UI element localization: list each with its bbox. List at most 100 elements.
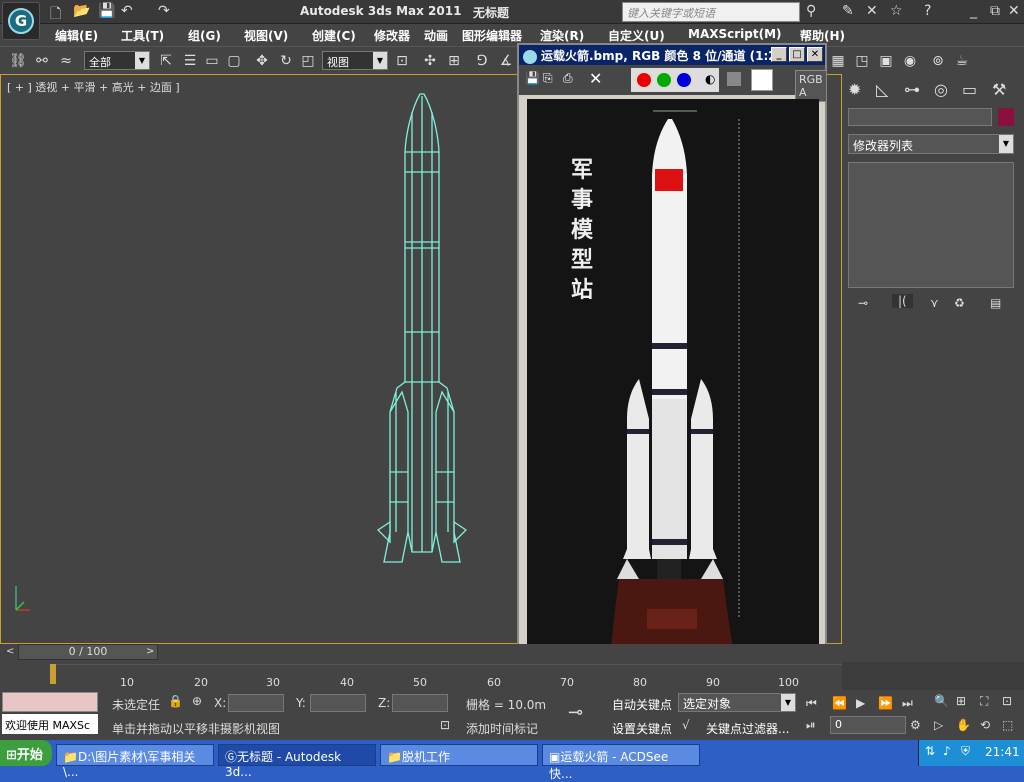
print-icon[interactable]: ⎙ [563, 71, 573, 86]
display-tab-icon[interactable]: ▭ [962, 80, 977, 99]
taskbar-item-3dsmax[interactable]: Ⓖ无标题 - Autodesk 3d... [218, 744, 376, 779]
add-time-tag[interactable]: 添加时间标记 [466, 720, 538, 737]
create-tab-icon[interactable]: ✹ [848, 80, 861, 99]
key-mode-icon[interactable]: ⏯ [806, 718, 816, 733]
unlink-icon[interactable]: ⚯ [32, 51, 52, 71]
hierarchy-tab-icon[interactable]: ⊶ [904, 80, 920, 99]
keyboard-shortcut-icon[interactable]: ⊞ [444, 51, 464, 71]
menu-tools[interactable]: 工具(T) [121, 27, 164, 44]
star-icon[interactable]: ☆ [890, 3, 903, 19]
link-icon[interactable]: ⛓ [8, 51, 28, 71]
next-frame-icon[interactable]: > [146, 646, 154, 657]
modifier-list-dropdown[interactable]: 修改器列表 ▼ [848, 134, 1014, 154]
remove-modifier-icon[interactable]: ♻ [954, 296, 965, 310]
close-icon[interactable]: ✕ [1008, 3, 1020, 19]
pan-icon[interactable]: ✋ [956, 718, 971, 732]
menu-edit[interactable]: 编辑(E) [55, 27, 98, 44]
move-icon[interactable]: ✥ [252, 51, 272, 71]
motion-tab-icon[interactable]: ◎ [934, 80, 948, 99]
render-setup-icon[interactable]: ◳ [852, 51, 872, 71]
volume-icon[interactable]: ♪ [943, 744, 951, 758]
help-icon[interactable]: ? [924, 3, 931, 19]
channel-dropdown[interactable]: RGB A [795, 70, 827, 102]
z-coordinate-field[interactable] [392, 694, 448, 712]
maximize-viewport-icon[interactable]: ⬚ [1002, 718, 1013, 732]
auto-key-button[interactable]: 自动关键点 [612, 696, 672, 713]
redo-icon[interactable]: ↷ [158, 3, 170, 19]
rocket-wireframe-model[interactable] [372, 92, 472, 582]
zoom-all-icon[interactable]: ⊞ [956, 694, 966, 708]
x-coordinate-field[interactable] [228, 694, 284, 712]
tools-icon[interactable]: ✎ [842, 3, 854, 19]
menu-create[interactable]: 创建(C) [312, 27, 356, 44]
taskbar-item-explorer[interactable]: 📁D:\图片素材\军事相关\... [56, 744, 214, 779]
undo-icon[interactable]: ↶ [121, 3, 133, 19]
utilities-tab-icon[interactable]: ⚒ [992, 80, 1006, 99]
start-button[interactable]: ⊞开始 [0, 740, 52, 766]
mono-icon[interactable]: ◐ [705, 72, 715, 86]
minimize-icon[interactable]: _ [970, 3, 977, 19]
menu-customize[interactable]: 自定义(U) [608, 27, 665, 44]
teapot-icon[interactable]: ☕ [952, 51, 972, 71]
image-viewer-window[interactable]: 运载火箭.bmp, RGB 颜色 8 位/通道 (1:2) _ □ ✕ 💾 ⎘ … [517, 43, 827, 673]
pivot-icon[interactable]: ⊡ [392, 51, 412, 71]
bind-space-warp-icon[interactable]: ≈ [56, 51, 76, 71]
rect-selection-icon[interactable]: ▭ [202, 51, 222, 71]
make-unique-icon[interactable]: ⋎ [930, 296, 939, 310]
communication-icon[interactable]: ✕ [866, 3, 878, 19]
image-window-titlebar[interactable]: 运载火箭.bmp, RGB 颜色 8 位/通道 (1:2) _ □ ✕ [519, 45, 825, 65]
menu-group[interactable]: 组(G) [188, 27, 221, 44]
help-search-input[interactable]: 键入关键字或短语 [622, 2, 800, 22]
zoom-extents-icon[interactable]: ⛶ [980, 694, 988, 709]
snap-icon[interactable]: ⅁ [472, 51, 492, 71]
key-filters-button[interactable]: 关键点过滤器... [706, 720, 789, 737]
selection-filter-dropdown[interactable]: 全部 ▼ [84, 51, 150, 70]
green-channel-toggle[interactable] [657, 73, 671, 87]
field-of-view-icon[interactable]: ▷ [934, 718, 943, 732]
zoom-extents-all-icon[interactable]: ⊡ [1002, 694, 1012, 708]
menu-animation[interactable]: 动画 [424, 27, 448, 44]
open-file-icon[interactable]: 📂 [73, 3, 90, 19]
modifier-stack[interactable] [848, 162, 1014, 288]
show-end-result-icon[interactable]: |( [892, 294, 913, 308]
restore-icon[interactable]: ⧉ [990, 3, 1000, 19]
red-channel-toggle[interactable] [637, 73, 651, 87]
prev-frame-icon[interactable]: < [6, 646, 14, 657]
lock-selection-icon[interactable]: 🔒 [168, 694, 183, 708]
play-icon[interactable]: ▶ [856, 696, 865, 710]
next-key-icon[interactable]: ⏩ [878, 696, 893, 710]
configure-sets-icon[interactable]: ▤ [990, 296, 1001, 310]
network-icon[interactable]: ⇅ [925, 744, 935, 758]
track-bar[interactable] [52, 664, 842, 690]
absolute-mode-icon[interactable]: ⊕ [192, 694, 202, 708]
select-by-name-icon[interactable]: ☰ [180, 51, 200, 71]
window-crossing-icon[interactable]: ▢ [224, 51, 244, 71]
viewport-label[interactable]: [ + ] 透视 + 平滑 + 高光 + 边面 ] [7, 79, 180, 95]
time-marker[interactable] [50, 664, 56, 684]
save-icon[interactable]: 💾 [98, 3, 115, 19]
menu-view[interactable]: 视图(V) [244, 27, 288, 44]
menu-modifiers[interactable]: 修改器 [374, 27, 410, 44]
taskbar-item-offline[interactable]: 📁脱机工作 [380, 744, 538, 766]
image-window-close-button[interactable]: ✕ [807, 47, 823, 62]
image-window-minimize-button[interactable]: _ [771, 47, 787, 62]
clear-icon[interactable]: ✕ [589, 69, 602, 88]
set-key-button[interactable]: 设置关键点 [612, 720, 672, 737]
object-name-field[interactable] [848, 108, 992, 126]
set-key-icon[interactable]: ⊸ [568, 702, 583, 723]
pin-stack-icon[interactable]: ⊸ [858, 296, 868, 310]
modify-tab-icon[interactable]: ◺ [876, 80, 888, 99]
render-production-icon[interactable]: ⊚ [928, 51, 948, 71]
key-tangent-icon[interactable]: √ [682, 718, 690, 732]
goto-end-icon[interactable]: ⏭ [902, 696, 913, 711]
taskbar-item-acdsee[interactable]: ▣运载火箭 - ACDSee 快... [542, 744, 700, 781]
binoculars-icon[interactable]: ⚲ [806, 3, 816, 19]
image-window-maximize-button[interactable]: □ [789, 47, 805, 62]
key-target-dropdown[interactable]: 选定对象 ▼ [678, 693, 796, 712]
angle-snap-icon[interactable]: ∡ [496, 51, 516, 71]
blue-channel-toggle[interactable] [677, 73, 691, 87]
time-slider[interactable]: 0 / 100 [18, 644, 158, 660]
orbit-icon[interactable]: ⟲ [980, 718, 990, 732]
manipulate-icon[interactable]: ✣ [420, 51, 440, 71]
object-color-swatch[interactable] [998, 108, 1014, 126]
